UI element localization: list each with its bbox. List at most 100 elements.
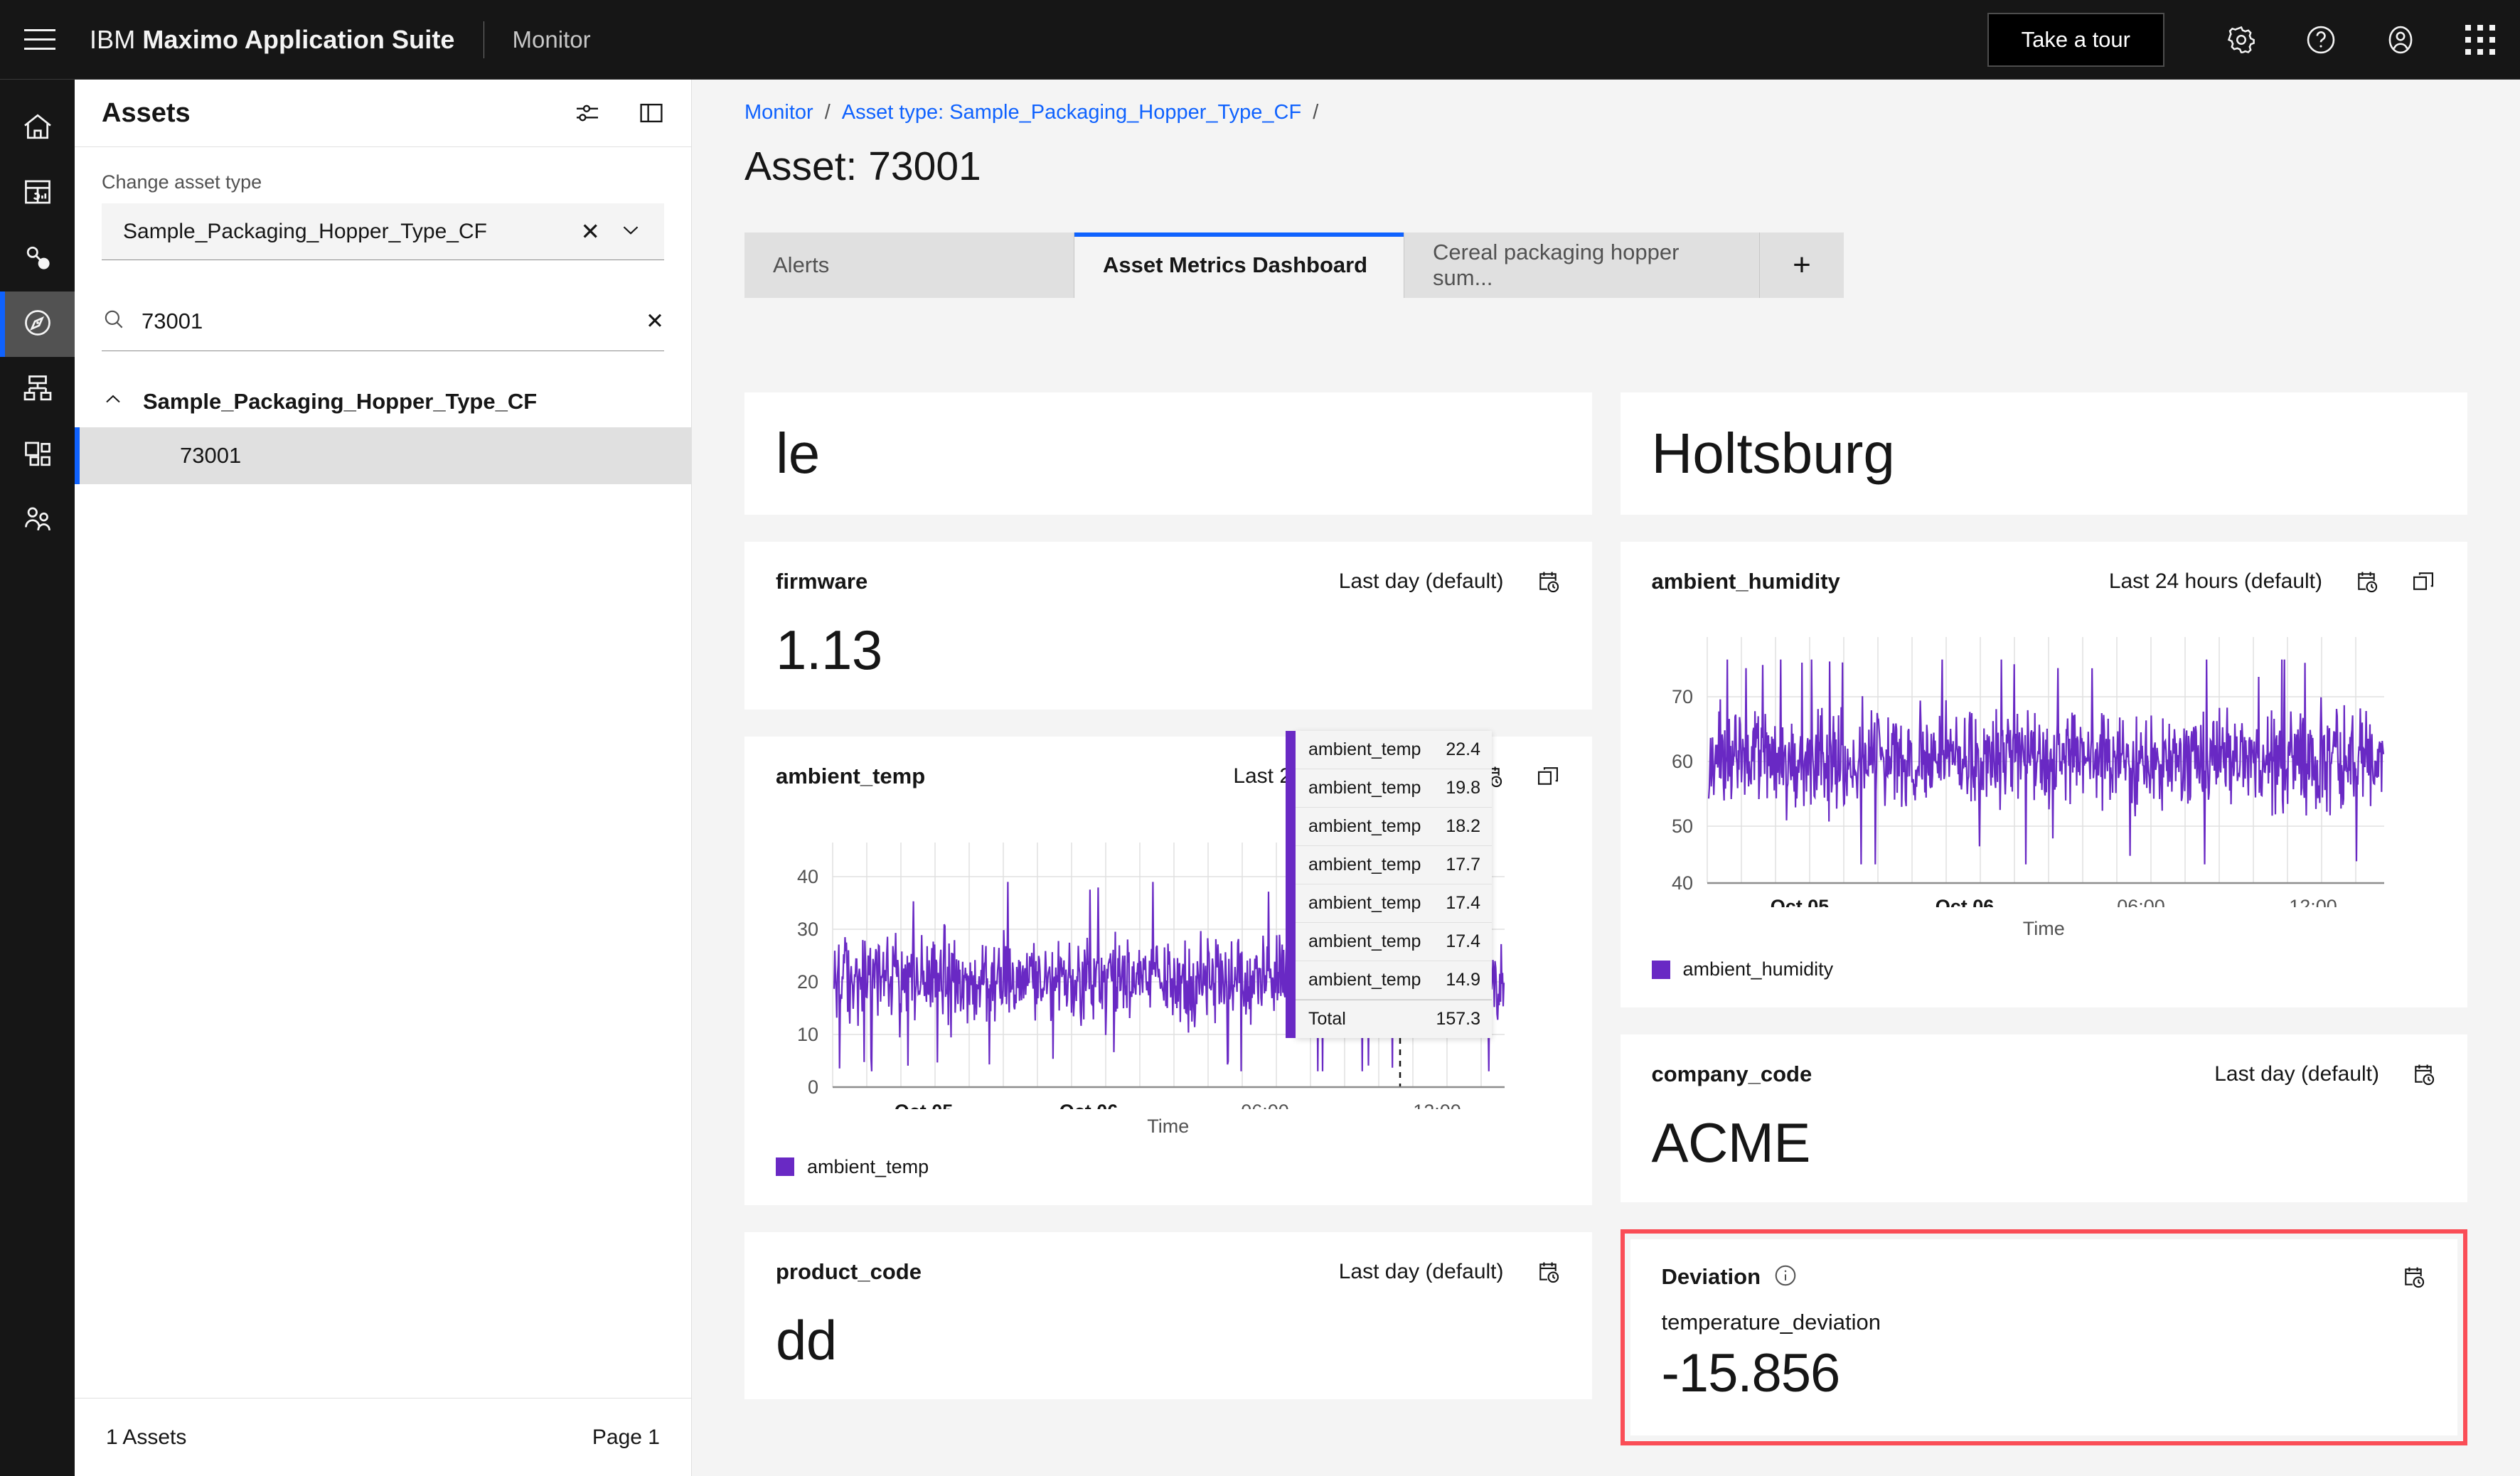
breadcrumb-item-asset-type[interactable]: Asset type: Sample_Packaging_Hopper_Type… [842, 101, 1301, 124]
calendar-clock-icon[interactable] [2401, 1264, 2426, 1290]
card-deviation-value: -15.856 [1661, 1342, 1841, 1403]
tooltip-row: ambient_temp 14.9 [1296, 961, 1492, 1000]
expand-card-icon[interactable] [1535, 764, 1561, 789]
dashboard-card-grid: le firmware Last day (default) 1.13 ambi… [692, 392, 2520, 1476]
card-company-code-range: Last day (default) [2214, 1062, 2379, 1086]
svg-text:10: 10 [797, 1024, 818, 1045]
asset-type-select[interactable]: Sample_Packaging_Hopper_Type_CF ✕ [102, 203, 664, 260]
tooltip-key: ambient_temp [1308, 855, 1421, 875]
tooltip-value: 17.7 [1446, 855, 1480, 875]
svg-text:Oct 06: Oct 06 [1935, 896, 1994, 907]
tooltip-row: ambient_temp 17.7 [1296, 846, 1492, 884]
left-nav-rail [0, 80, 75, 1476]
asset-search-field[interactable]: 73001 ✕ [102, 292, 664, 351]
asset-type-clear-icon[interactable]: ✕ [580, 220, 600, 243]
rail-item-hierarchy[interactable] [0, 357, 75, 422]
card-product-code-title: product_code [776, 1258, 922, 1284]
card-firmware-range: Last day (default) [1338, 569, 1504, 593]
rail-item-monitor[interactable] [0, 292, 75, 357]
card-hero-left: le [744, 392, 1592, 515]
rail-item-users[interactable] [0, 488, 75, 553]
card-deviation-title: Deviation [1661, 1264, 1761, 1290]
page-indicator: Page 1 [592, 1425, 660, 1449]
calendar-clock-icon[interactable] [2354, 569, 2379, 594]
card-deviation-subtitle: temperature_deviation [1661, 1309, 1881, 1335]
search-clear-icon[interactable]: ✕ [646, 309, 664, 334]
side-panel-icon[interactable] [637, 99, 666, 127]
calendar-clock-icon[interactable] [2410, 1061, 2436, 1087]
card-deviation: Deviation temperature_deviation -15.856 [1630, 1239, 2457, 1435]
rail-item-home[interactable] [0, 95, 75, 161]
ambient-humidity-legend[interactable]: ambient_humidity [1651, 958, 2437, 980]
card-product-code-value: dd [776, 1308, 837, 1371]
tooltip-key: ambient_temp [1308, 970, 1421, 990]
card-deviation-highlight: Deviation temperature_deviation -15.856 [1620, 1229, 2467, 1445]
asset-tree-item-label: 73001 [180, 443, 242, 468]
svg-text:Oct 05: Oct 05 [1770, 896, 1829, 907]
breadcrumb: Monitor / Asset type: Sample_Packaging_H… [692, 80, 2520, 124]
card-product-code: product_code Last day (default) dd [744, 1231, 1592, 1400]
apps-icon [21, 437, 54, 474]
tab-alerts[interactable]: Alerts [744, 232, 1074, 298]
tab-cereal-packaging-hopper[interactable]: Cereal packaging hopper sum... [1404, 232, 1760, 298]
card-ambient-temp-title: ambient_temp [776, 763, 926, 788]
calendar-clock-icon[interactable] [1535, 1259, 1561, 1285]
card-ambient-humidity-range: Last 24 hours (default) [2108, 569, 2322, 593]
rail-item-apps[interactable] [0, 422, 75, 488]
help-icon[interactable] [2281, 0, 2361, 80]
page-title: Asset: 73001 [744, 144, 981, 189]
dashboard-tabs: Alerts Asset Metrics Dashboard Cereal pa… [744, 232, 2520, 298]
rail-item-dashboard[interactable] [0, 161, 75, 226]
card-company-code-title: company_code [1651, 1061, 1812, 1086]
tooltip-total-row: Total 157.3 [1296, 1000, 1492, 1038]
info-icon[interactable] [1773, 1263, 1798, 1291]
ambient-humidity-chart[interactable]: 70 60 50 40 Oct 05 Oct 06 06:00 12:00 Ti… [1652, 609, 2437, 940]
asset-tree-group-label: Sample_Packaging_Hopper_Type_CF [143, 388, 538, 414]
card-company-code-value: ACME [1651, 1111, 1811, 1174]
gear-icon[interactable] [2201, 0, 2281, 80]
brand-title[interactable]: IBM Maximo Application Suite [90, 25, 455, 55]
hierarchy-icon [21, 372, 54, 408]
chevron-down-icon[interactable] [619, 218, 643, 245]
card-ambient-humidity: ambient_humidity Last 24 hours (default) [1620, 542, 2467, 1007]
svg-text:50: 50 [1671, 815, 1692, 837]
header-actions: Take a tour [1987, 0, 2520, 80]
tooltip-value: 17.4 [1446, 931, 1480, 951]
tooltip-row: ambient_temp 22.4 [1296, 731, 1492, 769]
users-icon [21, 503, 54, 539]
breadcrumb-item-monitor[interactable]: Monitor [744, 101, 813, 124]
user-avatar-icon[interactable] [2361, 0, 2440, 80]
add-tab-button[interactable]: + [1760, 232, 1844, 298]
svg-text:20: 20 [797, 971, 818, 993]
chart-tooltip: ambient_temp 22.4 ambient_temp 19.8 ambi… [1286, 731, 1492, 1038]
app-switcher-icon[interactable] [2440, 0, 2520, 80]
dashboard-icon [21, 176, 54, 212]
svg-text:70: 70 [1671, 686, 1692, 707]
tooltip-value: 14.9 [1446, 970, 1480, 990]
home-icon [21, 110, 54, 146]
tooltip-value: 18.2 [1446, 816, 1480, 836]
calendar-clock-icon[interactable] [1535, 569, 1561, 594]
take-a-tour-button[interactable]: Take a tour [1987, 12, 2164, 67]
legend-label: ambient_temp [807, 1155, 929, 1177]
svg-text:12:00: 12:00 [1413, 1101, 1461, 1109]
tab-asset-metrics-dashboard[interactable]: Asset Metrics Dashboard [1074, 232, 1404, 298]
change-asset-type-label: Change asset type [102, 171, 262, 193]
rail-item-connections[interactable] [0, 226, 75, 292]
brand-suite: Maximo Application Suite [142, 24, 455, 54]
assets-count: 1 Assets [106, 1425, 187, 1449]
asset-tree-item-73001[interactable]: 73001 [75, 427, 691, 484]
sliders-icon[interactable] [573, 99, 602, 127]
assets-panel-footer: 1 Assets Page 1 [75, 1398, 691, 1476]
card-firmware-value: 1.13 [776, 619, 882, 681]
expand-card-icon[interactable] [2410, 569, 2436, 594]
tooltip-key: ambient_temp [1308, 893, 1421, 913]
asset-tree-group[interactable]: Sample_Packaging_Hopper_Type_CF [75, 375, 691, 427]
hamburger-menu-icon[interactable] [0, 0, 80, 80]
tooltip-total-label: Total [1308, 1009, 1346, 1029]
ambient-temp-legend[interactable]: ambient_temp [776, 1156, 1561, 1178]
ambient-temp-xaxis-label: Time [1147, 1115, 1190, 1137]
app-name[interactable]: Monitor [513, 26, 591, 53]
breadcrumb-separator: / [824, 101, 831, 124]
svg-text:06:00: 06:00 [2117, 896, 2165, 907]
